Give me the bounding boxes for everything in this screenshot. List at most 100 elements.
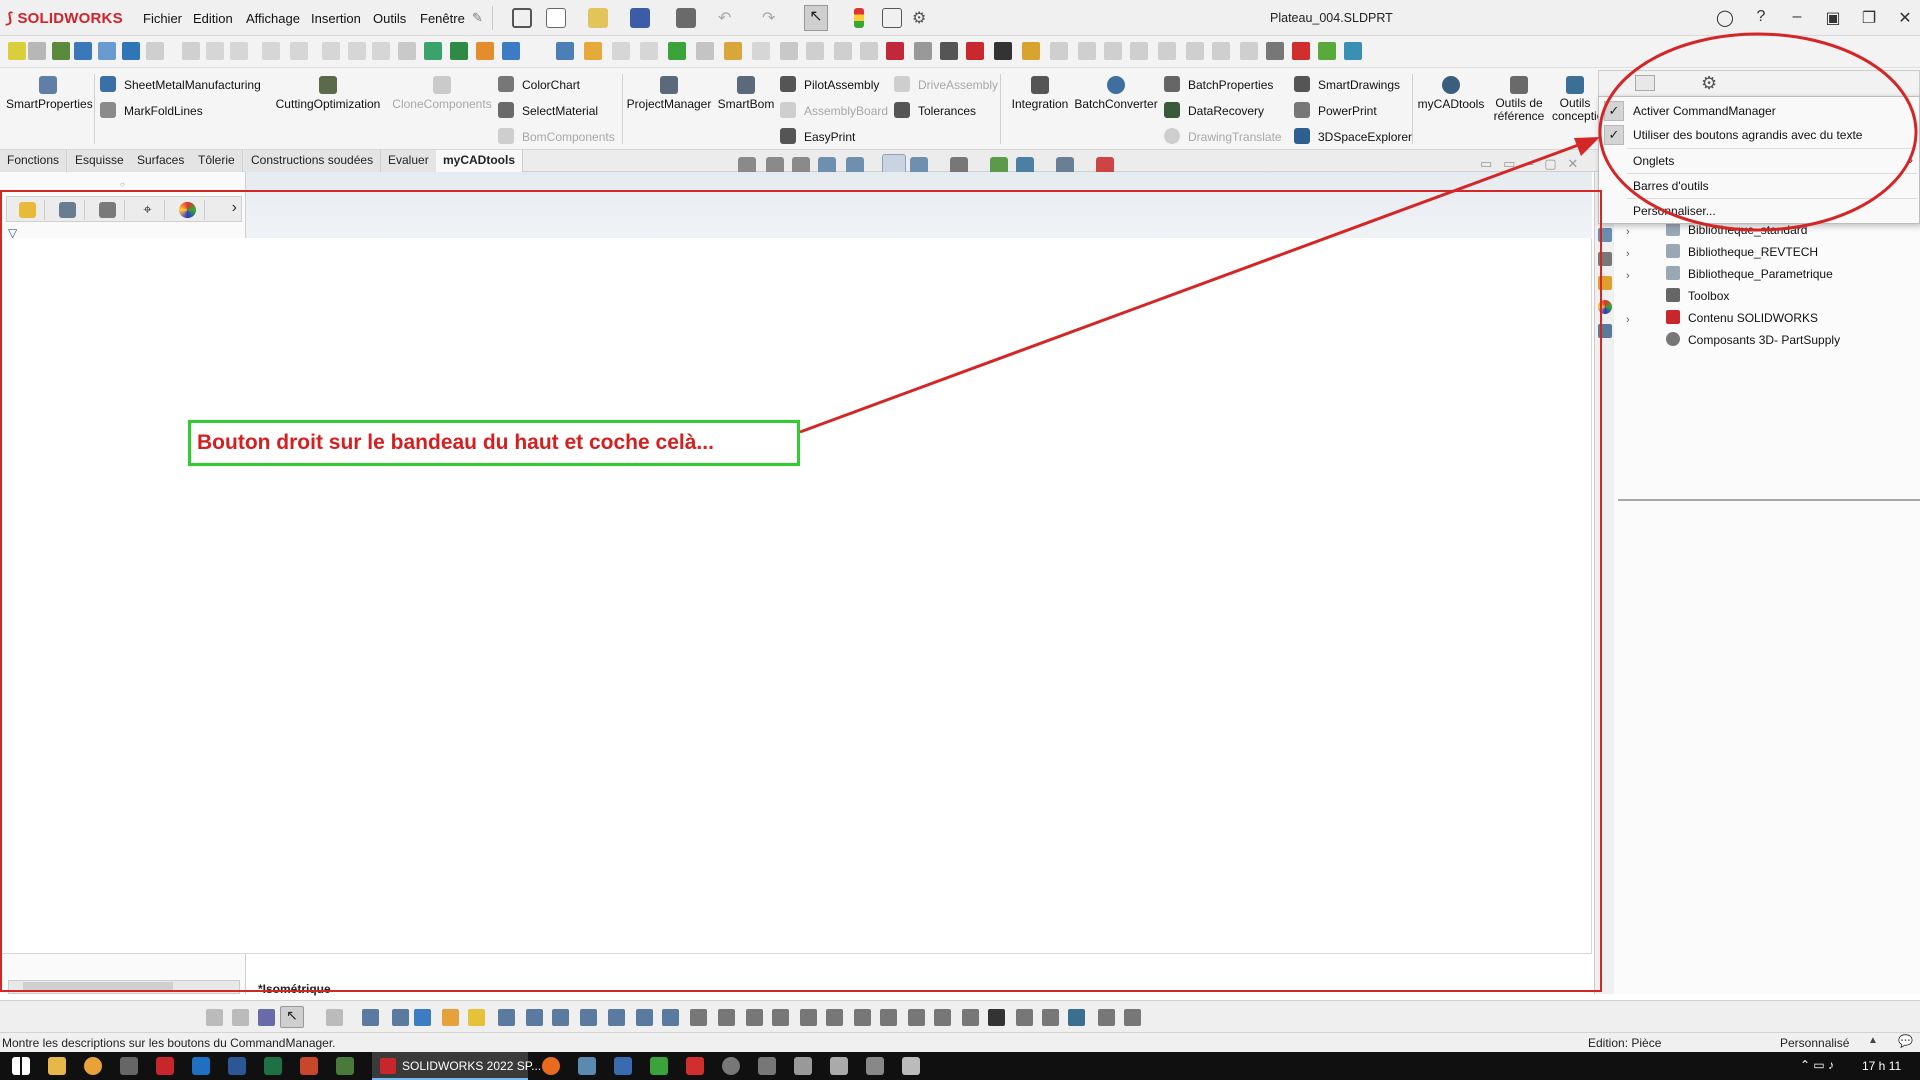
addin-icon[interactable] [262, 42, 280, 60]
addin-icon[interactable] [696, 42, 714, 60]
expand-arrow-icon[interactable]: › [1626, 226, 1630, 238]
addin-icon[interactable] [1344, 42, 1362, 60]
user-account-icon[interactable]: ◯ [1714, 8, 1736, 28]
snap-icon[interactable] [580, 1009, 597, 1026]
tab-esquisse[interactable]: Esquisse [68, 150, 132, 172]
print-icon[interactable] [676, 8, 696, 28]
integration-button[interactable]: Integration [1004, 76, 1076, 111]
redo-icon[interactable]: ↷ [762, 8, 782, 28]
addin-icon[interactable] [1266, 42, 1284, 60]
addin-icon[interactable] [182, 42, 200, 60]
save-icon[interactable] [630, 8, 650, 28]
app-icon[interactable] [794, 1057, 812, 1075]
addin-icon[interactable] [1240, 42, 1258, 60]
search-icon[interactable] [84, 1057, 102, 1075]
viewport-window-controls[interactable]: ▭ ▭ – ▢ ✕ [1480, 156, 1578, 172]
snap-icon[interactable] [962, 1009, 979, 1026]
snap-icon[interactable] [442, 1009, 459, 1026]
sheetmetalmanufacturing-button[interactable]: SheetMetalManufacturing [100, 76, 261, 92]
library-item[interactable]: Contenu SOLIDWORKS [1666, 310, 1818, 325]
menu-item-activer-commandmanager[interactable]: ✓ Activer CommandManager [1599, 99, 1919, 123]
addin-icon[interactable] [1130, 42, 1148, 60]
addin-icon[interactable] [556, 42, 574, 60]
addin-icon[interactable] [1104, 42, 1122, 60]
addin-icon[interactable] [424, 42, 442, 60]
snap-icon[interactable] [1098, 1009, 1115, 1026]
snap-icon[interactable] [1016, 1009, 1033, 1026]
expand-arrow-icon[interactable]: › [1626, 248, 1630, 260]
excel-icon[interactable] [264, 1057, 282, 1075]
addin-icon[interactable] [752, 42, 770, 60]
status-units[interactable]: Personnalisé [1780, 1036, 1849, 1050]
app-icon[interactable] [722, 1057, 740, 1075]
addin-icon[interactable] [1212, 42, 1230, 60]
3dspaceexplorer-button[interactable]: 3DSpaceExplorer [1294, 128, 1412, 144]
undo-icon[interactable]: ↶ [718, 8, 738, 28]
snap-icon[interactable] [526, 1009, 543, 1026]
cuttingoptimization-button[interactable]: CuttingOptimization [272, 76, 384, 111]
filter-icon[interactable] [232, 1009, 249, 1026]
batchproperties-button[interactable]: BatchProperties [1164, 76, 1273, 92]
close-icon[interactable]: ✕ [1894, 8, 1916, 28]
tab-tolerie[interactable]: Tôlerie [191, 150, 243, 172]
tooltip-icon[interactable]: 💬 [1898, 1034, 1913, 1048]
powerprint-button[interactable]: PowerPrint [1294, 102, 1377, 118]
addin-icon[interactable] [994, 42, 1012, 60]
addin-icon[interactable] [640, 42, 658, 60]
snap-icon[interactable] [826, 1009, 843, 1026]
app-icon[interactable] [902, 1057, 920, 1075]
snap-icon[interactable] [414, 1009, 431, 1026]
addin-icon[interactable] [230, 42, 248, 60]
addin-icon[interactable] [780, 42, 798, 60]
smartdrawings-button[interactable]: SmartDrawings [1294, 76, 1400, 92]
home-icon[interactable] [512, 8, 532, 28]
drawingtranslate-button[interactable]: DrawingTranslate [1164, 128, 1282, 144]
addin-icon[interactable] [1186, 42, 1204, 60]
addin-icon[interactable] [860, 42, 878, 60]
app-icon[interactable] [866, 1057, 884, 1075]
snap-icon[interactable] [1124, 1009, 1141, 1026]
help-icon[interactable]: ? [1750, 8, 1772, 28]
bomcomponents-button[interactable]: BomComponents [498, 128, 615, 144]
firefox-icon[interactable] [542, 1057, 560, 1075]
menu-edition[interactable]: Edition [193, 11, 233, 26]
library-item[interactable]: Bibliotheque_Parametrique [1666, 266, 1833, 281]
solidworks-icon[interactable] [156, 1057, 174, 1075]
menu-outils[interactable]: Outils [373, 11, 406, 26]
acrobat-icon[interactable] [686, 1057, 704, 1075]
addin-icon[interactable] [28, 42, 46, 60]
snap-icon[interactable] [498, 1009, 515, 1026]
snap-icon[interactable] [1068, 1009, 1085, 1026]
taskbar-active-solidworks[interactable]: SOLIDWORKS 2022 SP... [372, 1052, 541, 1080]
outlook-icon[interactable] [192, 1057, 210, 1075]
menu-item-barres-outils[interactable]: Barres d'outils [1599, 174, 1919, 198]
smartproperties-button[interactable]: SmartProperties [6, 76, 93, 111]
projectmanager-button[interactable]: ProjectManager [626, 76, 712, 111]
addin-icon[interactable] [584, 42, 602, 60]
tab-evaluer[interactable]: Evaluer [381, 150, 437, 172]
addin-icon[interactable] [1022, 42, 1040, 60]
addin-icon[interactable] [98, 42, 116, 60]
tab-fonctions[interactable]: Fonctions [0, 150, 68, 172]
addin-icon[interactable] [476, 42, 494, 60]
library-item[interactable]: Bibliotheque_standard [1666, 222, 1807, 237]
addin-icon[interactable] [372, 42, 390, 60]
options-gear-icon[interactable]: ⚙ [912, 8, 932, 28]
snap-icon[interactable] [362, 1009, 379, 1026]
smartbom-button[interactable]: SmartBom [716, 76, 776, 111]
select-cursor-icon[interactable]: ↖ [804, 5, 828, 31]
addin-icon[interactable] [1078, 42, 1096, 60]
snap-icon[interactable] [1042, 1009, 1059, 1026]
concept-tools-button[interactable]: Outils conceptio [1552, 76, 1598, 123]
addin-icon[interactable] [146, 42, 164, 60]
clonecomponents-button[interactable]: CloneComponents [390, 76, 494, 111]
library-item[interactable]: Toolbox [1666, 288, 1729, 303]
app-icon[interactable] [614, 1057, 632, 1075]
menu-fichier[interactable]: Fichier [143, 11, 182, 26]
snap-icon[interactable] [908, 1009, 925, 1026]
addin-icon[interactable] [398, 42, 416, 60]
panel-divider[interactable] [1618, 499, 1920, 501]
addin-icon[interactable] [1158, 42, 1176, 60]
library-item[interactable]: Composants 3D- PartSupply [1666, 332, 1840, 347]
solidworks-logo[interactable]: ⟆ SOLIDWORKS [6, 9, 123, 27]
